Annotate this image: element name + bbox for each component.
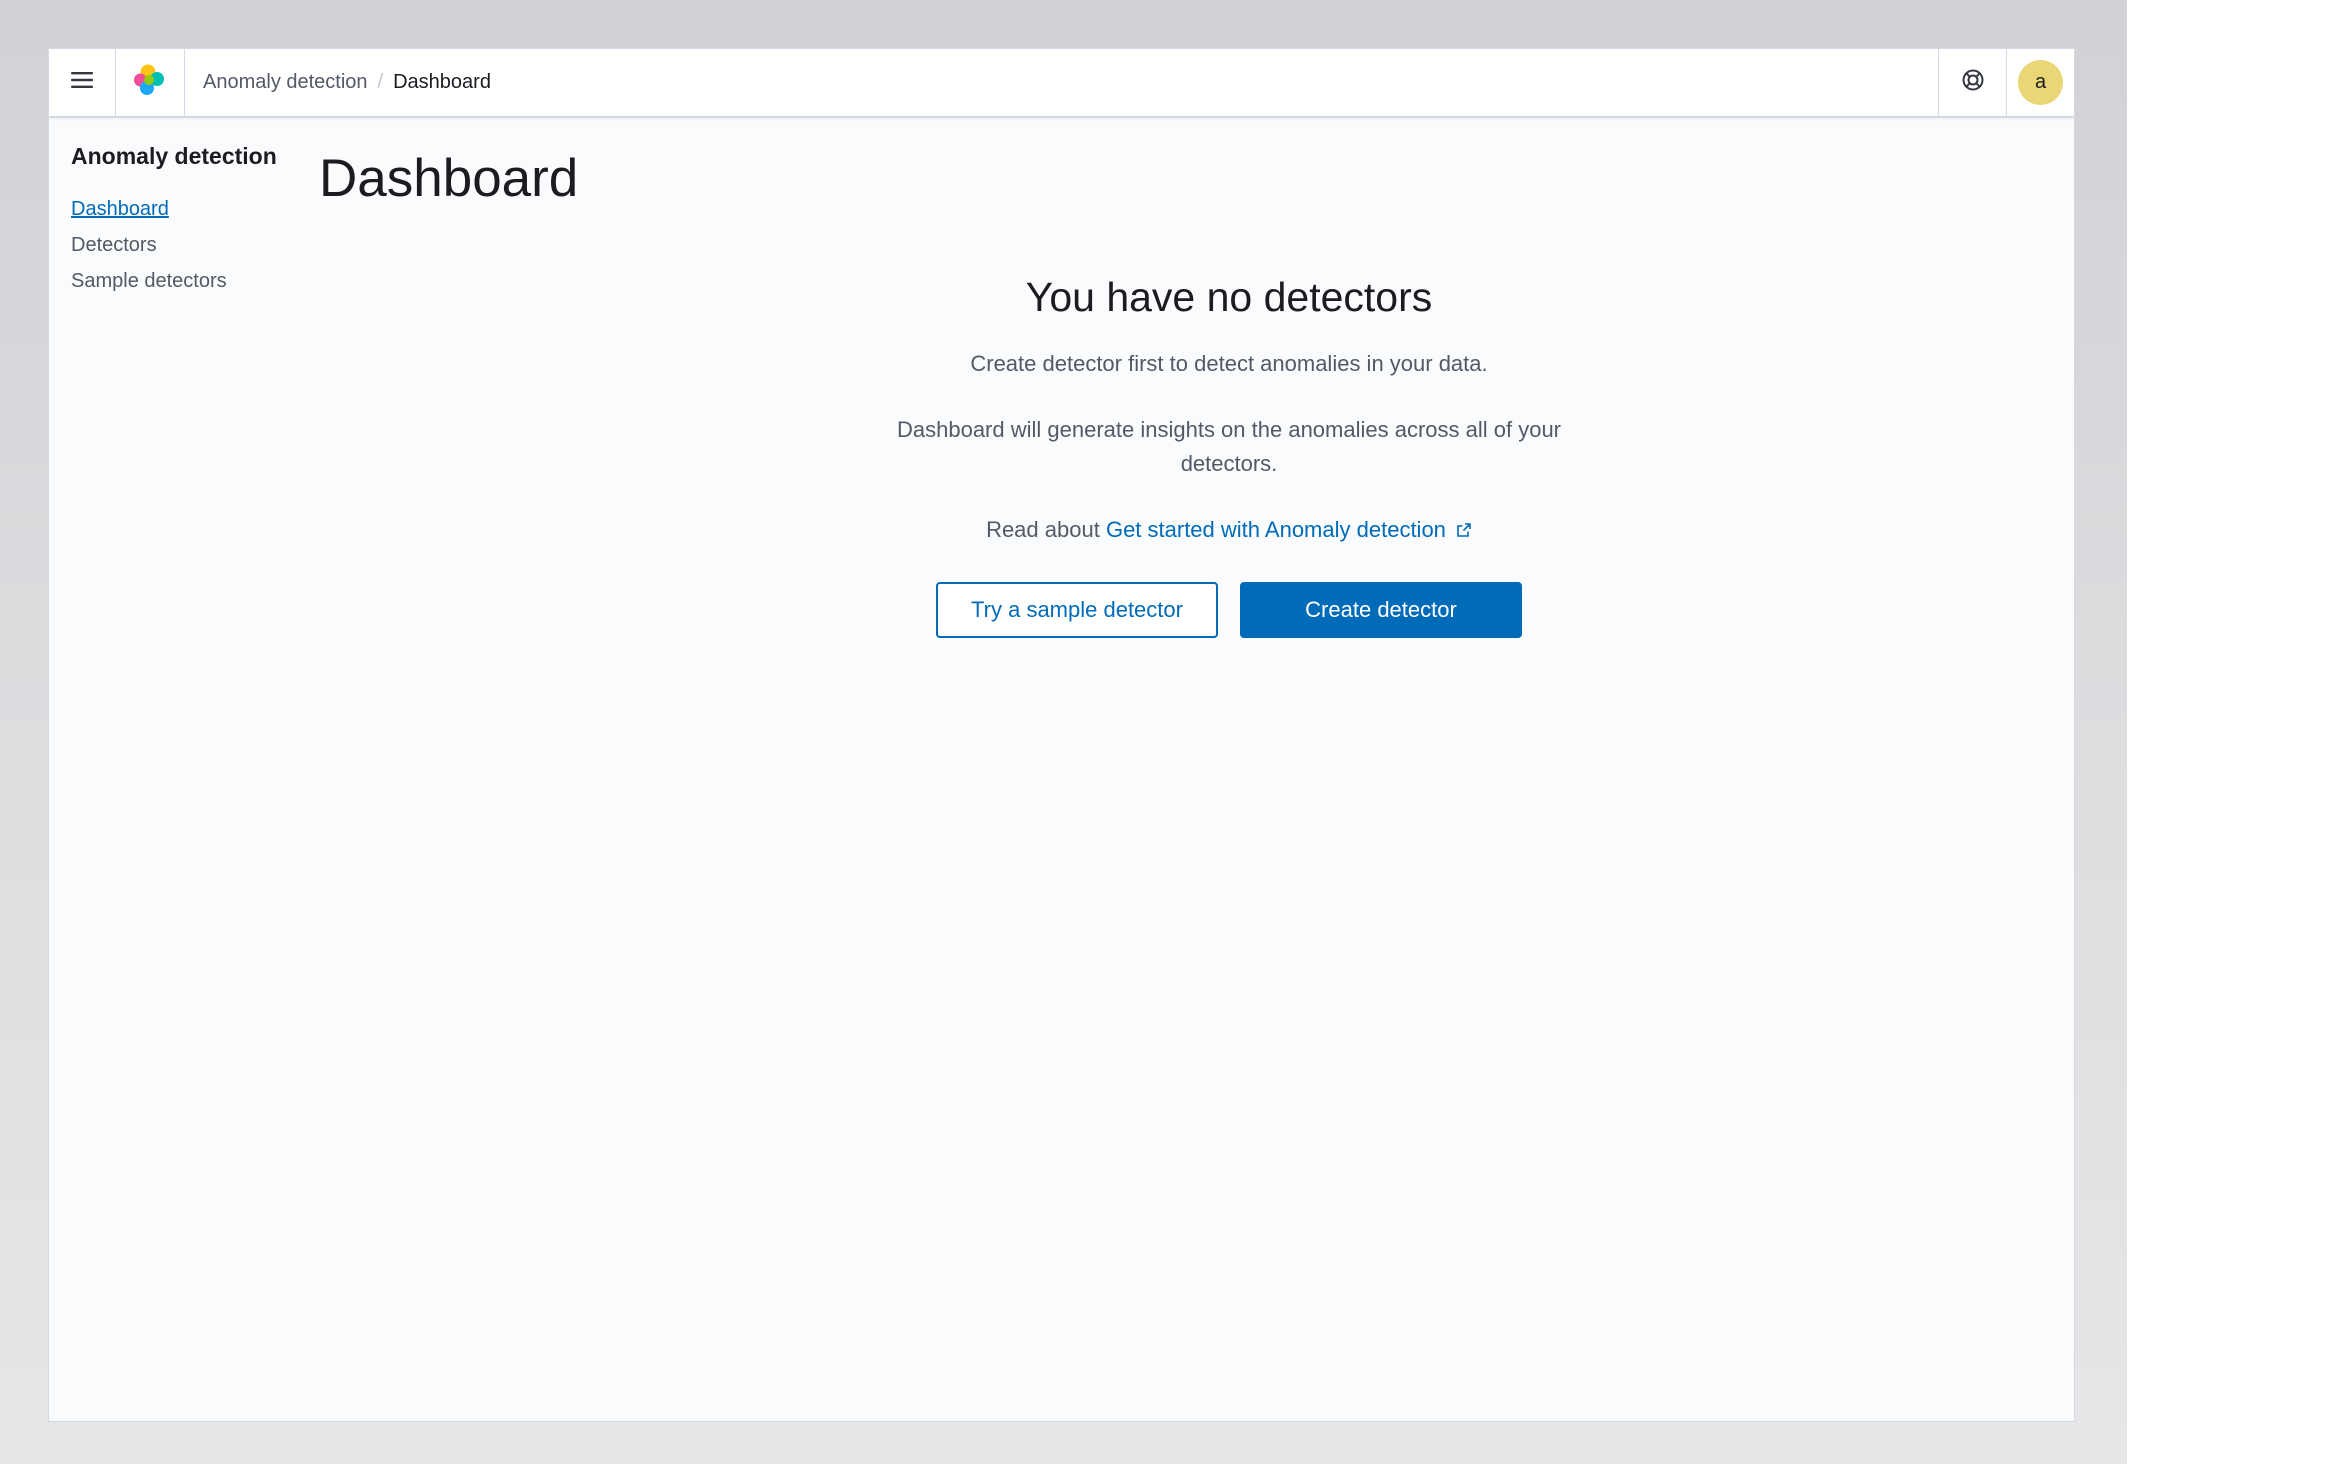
sidebar-item-dashboard[interactable]: Dashboard [71, 191, 311, 227]
get-started-link[interactable]: Get started with Anomaly detection [1106, 517, 1472, 542]
empty-state-text: Create detector first to detect anomalie… [970, 351, 1488, 376]
create-detector-button[interactable]: Create detector [1240, 582, 1522, 639]
home-logo-link[interactable] [116, 49, 185, 116]
external-link-icon [1456, 514, 1472, 548]
sidenav-title: Anomaly detection [71, 143, 277, 169]
side-navigation: Anomaly detection Dashboard Detectors Sa… [71, 141, 311, 299]
breadcrumb: Anomaly detection / Dashboard [203, 49, 491, 116]
app-window: Anomaly detection / Dashboard a Anomaly … [48, 48, 2075, 1422]
try-sample-detector-button[interactable]: Try a sample detector [936, 582, 1218, 639]
page-title: Dashboard [319, 149, 579, 208]
menu-button[interactable] [49, 49, 116, 116]
help-lifebuoy-icon [1961, 68, 1985, 97]
help-menu-button[interactable] [1938, 49, 2006, 116]
sidebar-item-detectors[interactable]: Detectors [71, 227, 311, 263]
hamburger-menu-icon [70, 70, 94, 95]
empty-state-title: You have no detectors [1025, 274, 1433, 320]
empty-state-actions: Try a sample detector Create detector [829, 582, 1629, 639]
avatar[interactable]: a [2018, 60, 2063, 105]
breadcrumb-separator: / [377, 71, 384, 93]
empty-state-description: Dashboard will generate insights on the … [896, 417, 1562, 476]
sidebar-item-sample-detectors[interactable]: Sample detectors [71, 263, 311, 299]
top-header: Anomaly detection / Dashboard a [49, 49, 2074, 118]
read-about-prefix: Read about [986, 517, 1100, 542]
read-about-text: Read about Get started with Anomaly dete… [829, 513, 1629, 548]
breadcrumb-anomaly-detection[interactable]: Anomaly detection [203, 71, 368, 94]
get-started-link-label: Get started with Anomaly detection [1105, 517, 1446, 542]
empty-prompt: You have no detectors Create detector fi… [829, 269, 1629, 639]
app-logo-icon [133, 63, 167, 102]
user-menu: a [2006, 49, 2074, 116]
breadcrumb-dashboard: Dashboard [393, 71, 491, 93]
